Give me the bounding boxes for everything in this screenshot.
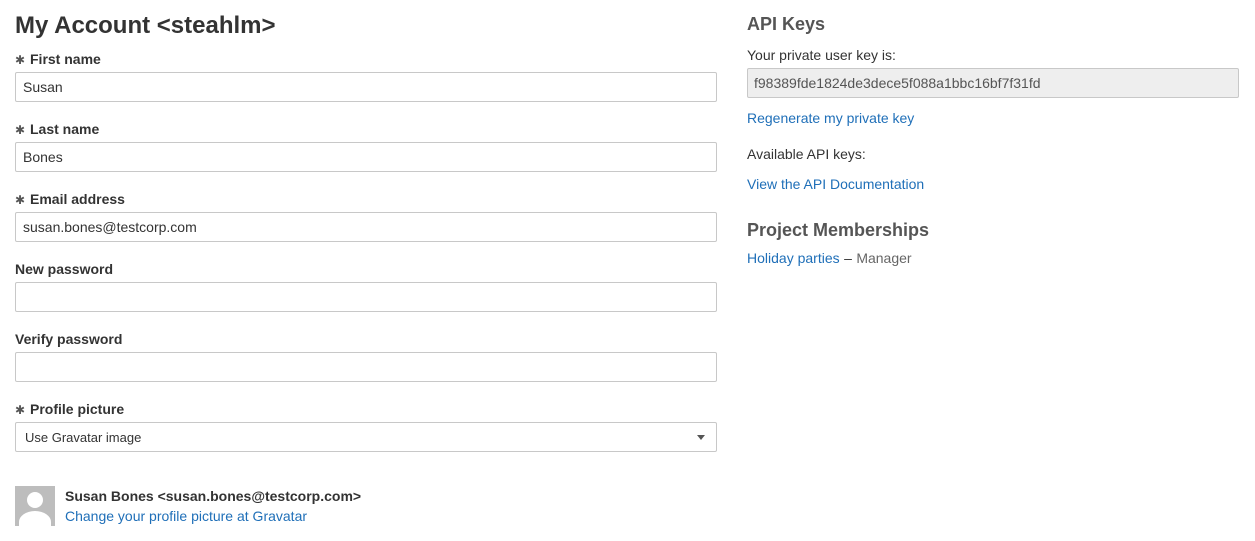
email-label: Email address	[30, 191, 125, 207]
last-name-field: ✱ Last name	[15, 120, 717, 190]
last-name-label: Last name	[30, 121, 100, 137]
available-api-keys-label: Available API keys:	[747, 146, 866, 162]
email-input[interactable]	[15, 212, 717, 242]
regenerate-key-link[interactable]: Regenerate my private key	[747, 110, 914, 126]
first-name-label: First name	[30, 51, 101, 67]
page-title: My Account <steahlm>	[15, 12, 276, 39]
private-key-label: Your private user key is:	[747, 47, 896, 63]
avatar	[15, 486, 55, 526]
required-marker: ✱	[15, 193, 26, 207]
required-marker: ✱	[15, 403, 26, 417]
email-field: ✱ Email address	[15, 190, 717, 260]
verify-password-label: Verify password	[15, 331, 123, 347]
new-password-label: New password	[15, 261, 114, 277]
change-gravatar-link[interactable]: Change your profile picture at Gravatar	[65, 508, 307, 524]
profile-picture-selected: Use Gravatar image	[25, 429, 142, 445]
profile-picture-field: ✱ Profile picture Use Gravatar image	[15, 400, 717, 470]
user-silhouette-icon	[27, 492, 43, 508]
profile-preview: Susan Bones <susan.bones@testcorp.com> C…	[15, 486, 717, 526]
sidebar: API Keys Your private user key is: f9838…	[747, 10, 1239, 269]
new-password-input[interactable]	[15, 282, 717, 312]
project-memberships-heading: Project Memberships	[747, 220, 930, 240]
first-name-field: ✱ First name	[15, 50, 717, 120]
profile-picture-select[interactable]: Use Gravatar image	[15, 422, 717, 452]
private-key-field[interactable]: f98389fde1824de3dece5f088a1bbc16bf7f31fd	[747, 68, 1239, 98]
verify-password-field: Verify password	[15, 330, 717, 400]
membership-item: Holiday parties – Manager	[747, 248, 1239, 269]
required-marker: ✱	[15, 123, 26, 137]
membership-project-link[interactable]: Holiday parties	[747, 250, 840, 266]
api-keys-heading: API Keys	[747, 14, 826, 34]
membership-separator: –	[844, 250, 852, 266]
chevron-down-icon	[697, 434, 705, 440]
new-password-field: New password	[15, 260, 717, 330]
api-docs-link[interactable]: View the API Documentation	[747, 176, 924, 192]
first-name-input[interactable]	[15, 72, 717, 102]
account-form: My Account <steahlm> ✱ First name ✱ Last…	[15, 10, 717, 526]
required-marker: ✱	[15, 53, 26, 67]
profile-name: Susan Bones <susan.bones@testcorp.com>	[65, 488, 362, 504]
profile-picture-label: Profile picture	[30, 401, 125, 417]
verify-password-input[interactable]	[15, 352, 717, 382]
membership-role: Manager	[856, 250, 912, 266]
last-name-input[interactable]	[15, 142, 717, 172]
